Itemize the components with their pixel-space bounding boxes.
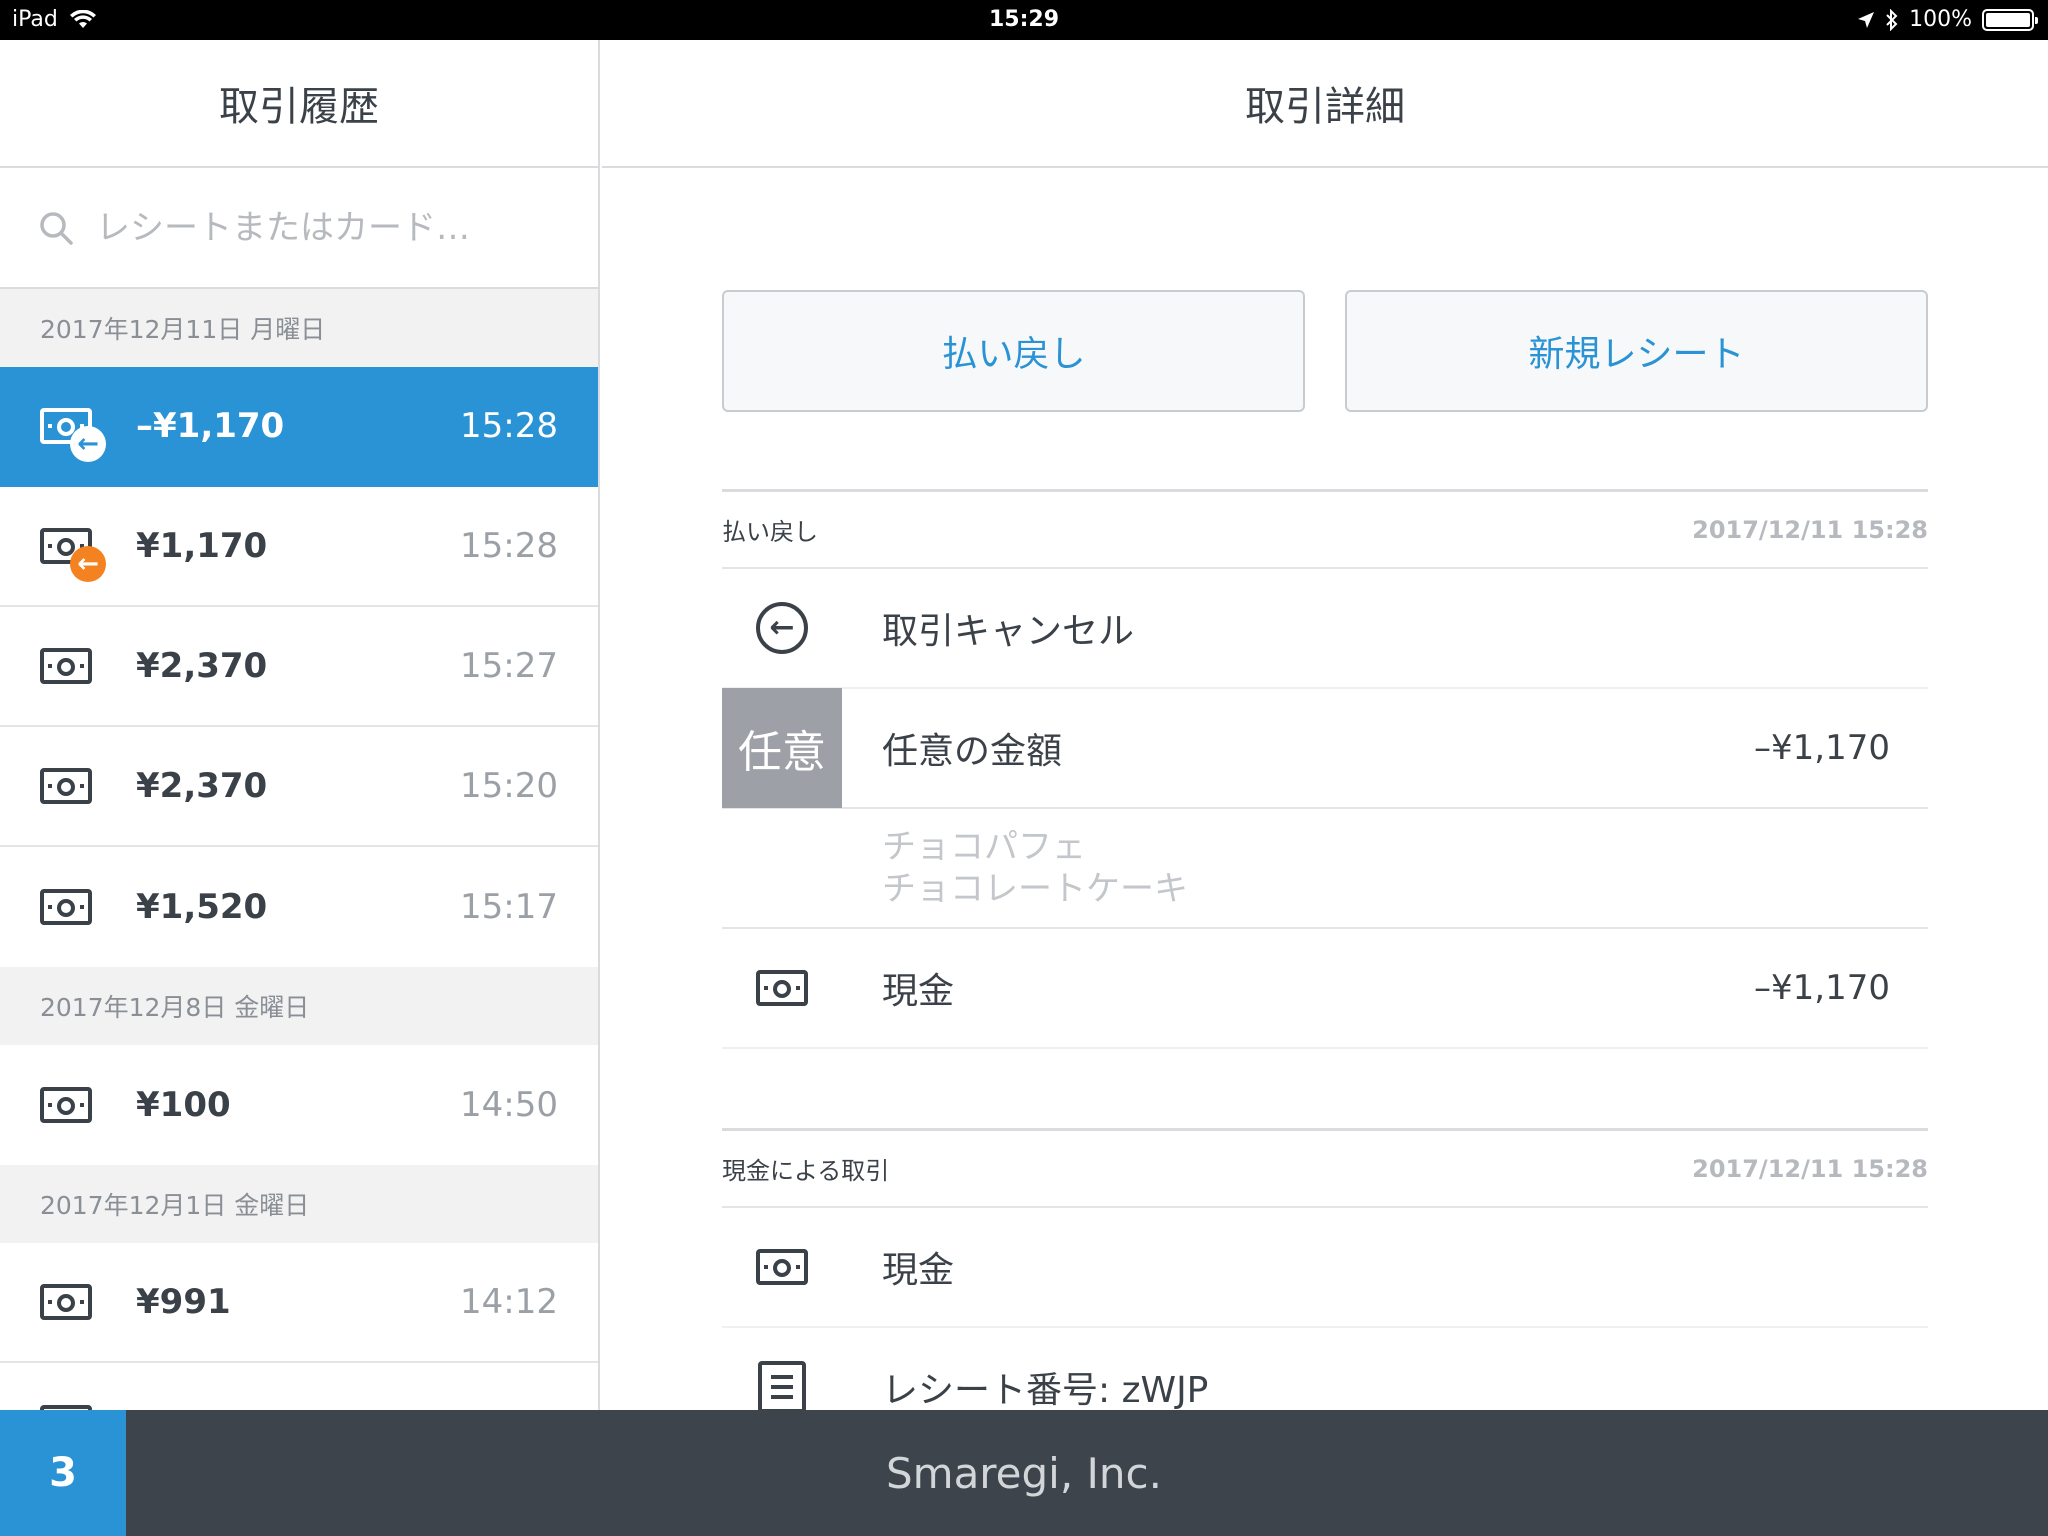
transaction-row[interactable]: ¥991 14:12 — [0, 1243, 598, 1363]
receipt-number-row[interactable]: レシート番号: zWJP — [722, 1328, 1928, 1410]
date-header: 2017年12月8日 金曜日 — [0, 967, 598, 1045]
section-title: 現金による取引 — [722, 1157, 890, 1185]
transaction-time: 15:28 — [460, 406, 558, 446]
cash-icon — [40, 889, 92, 925]
transaction-row[interactable]: ¥1,520 15:17 — [0, 847, 598, 967]
cash-row[interactable]: 現金 — [722, 1208, 1928, 1328]
transaction-row[interactable]: ← ¥1,170 15:28 — [0, 487, 598, 607]
history-title: 取引履歴 — [0, 40, 598, 168]
cancel-transaction-row[interactable]: ← 取引キャンセル — [722, 569, 1928, 689]
item-name: チョコレートケーキ — [882, 869, 1188, 909]
transaction-time: 15:28 — [460, 526, 558, 566]
receipt-number-label: レシート番号: zWJP — [882, 1370, 1209, 1410]
refund-arrow-icon: ← — [70, 426, 106, 462]
transaction-row[interactable]: ¥2,370 15:27 — [0, 607, 598, 727]
item-name: チョコパフェ — [882, 827, 1086, 867]
item-list: チョコパフェ チョコレートケーキ — [722, 809, 1928, 929]
custom-amount-tile: 任意 — [722, 688, 842, 808]
refund-section: 払い戻し 2017/12/11 15:28 ← 取引キャンセル 任意 任意の金額… — [722, 489, 1928, 1049]
search-input[interactable] — [96, 207, 556, 248]
transaction-time: 15:17 — [460, 887, 558, 927]
section-date: 2017/12/11 15:28 — [1692, 1154, 1928, 1183]
section-header: 現金による取引 2017/12/11 15:28 — [722, 1128, 1928, 1208]
section-title: 払い戻し — [722, 518, 818, 546]
transaction-row[interactable]: ¥100 14:50 — [0, 1045, 598, 1165]
transaction-amount: ¥1,520 — [136, 887, 268, 927]
cart-count-button[interactable]: 3 — [0, 1410, 126, 1536]
bluetooth-icon — [1886, 8, 1898, 31]
transaction-amount: ¥1,170 — [136, 526, 268, 566]
transaction-row[interactable]: ← –¥1,170 15:28 — [0, 367, 598, 487]
custom-amount-value: –¥1,170 — [1754, 728, 1890, 768]
transaction-time: 14:50 — [460, 1085, 558, 1125]
transaction-amount: ¥2,370 — [136, 646, 268, 686]
action-buttons: 払い戻し 新規レシート — [722, 290, 1928, 412]
cash-label: 現金 — [882, 1250, 955, 1291]
cash-icon — [756, 1249, 808, 1285]
search-bar[interactable] — [0, 168, 598, 289]
transaction-time: 14:12 — [460, 1282, 558, 1322]
cash-icon — [756, 970, 808, 1006]
bottom-bar: 3 Smaregi, Inc. — [0, 1410, 2048, 1536]
cash-value: –¥1,170 — [1754, 968, 1890, 1008]
cash-payment-row[interactable]: 現金 –¥1,170 — [722, 929, 1928, 1049]
cash-icon: ← — [40, 408, 106, 462]
search-icon — [40, 211, 73, 245]
detail-title: 取引詳細 — [602, 40, 2048, 168]
transaction-row-partial[interactable] — [0, 1363, 598, 1410]
cash-icon — [40, 768, 92, 804]
cash-icon — [40, 1087, 92, 1123]
custom-amount-row[interactable]: 任意 任意の金額 –¥1,170 — [722, 688, 1928, 809]
refund-arrow-icon: ← — [70, 546, 106, 582]
transaction-amount: ¥991 — [136, 1282, 231, 1322]
receipt-icon — [758, 1361, 806, 1410]
cash-icon — [40, 1284, 92, 1320]
battery-icon — [1982, 8, 2038, 31]
custom-amount-label: 任意の金額 — [882, 731, 1063, 772]
transaction-amount: ¥2,370 — [136, 766, 268, 806]
section-header: 払い戻し 2017/12/11 15:28 — [722, 489, 1928, 569]
section-date: 2017/12/11 15:28 — [1692, 515, 1928, 544]
transaction-history-panel: 取引履歴 2017年12月11日 月曜日 ← –¥1,170 15:28 ← ¥… — [0, 40, 600, 1410]
transaction-time: 15:20 — [460, 766, 558, 806]
cash-transaction-section: 現金による取引 2017/12/11 15:28 現金 レシート番号: zWJP — [722, 1128, 1928, 1410]
status-bar: iPad 15:29 100% — [0, 0, 2048, 40]
refund-button[interactable]: 払い戻し — [722, 290, 1305, 412]
date-header: 2017年12月11日 月曜日 — [0, 289, 598, 367]
date-header: 2017年12月1日 金曜日 — [0, 1165, 598, 1243]
battery-percent: 100% — [1909, 7, 1972, 32]
cancel-label: 取引キャンセル — [882, 611, 1135, 652]
clock: 15:29 — [988, 7, 1060, 32]
new-receipt-button[interactable]: 新規レシート — [1345, 290, 1928, 412]
transaction-time: 15:27 — [460, 646, 558, 686]
cash-icon — [40, 648, 92, 684]
location-icon — [1858, 11, 1875, 28]
cash-label: 現金 — [882, 971, 955, 1012]
transaction-amount: –¥1,170 — [136, 406, 285, 446]
transaction-detail-panel: 取引詳細 払い戻し 新規レシート 払い戻し 2017/12/11 15:28 ←… — [602, 40, 2048, 1410]
company-name: Smaregi, Inc. — [886, 1448, 1162, 1498]
cash-icon: ← — [40, 528, 106, 582]
transaction-row[interactable]: ¥2,370 15:20 — [0, 727, 598, 847]
back-arrow-icon: ← — [756, 602, 808, 654]
transaction-amount: ¥100 — [136, 1085, 231, 1125]
